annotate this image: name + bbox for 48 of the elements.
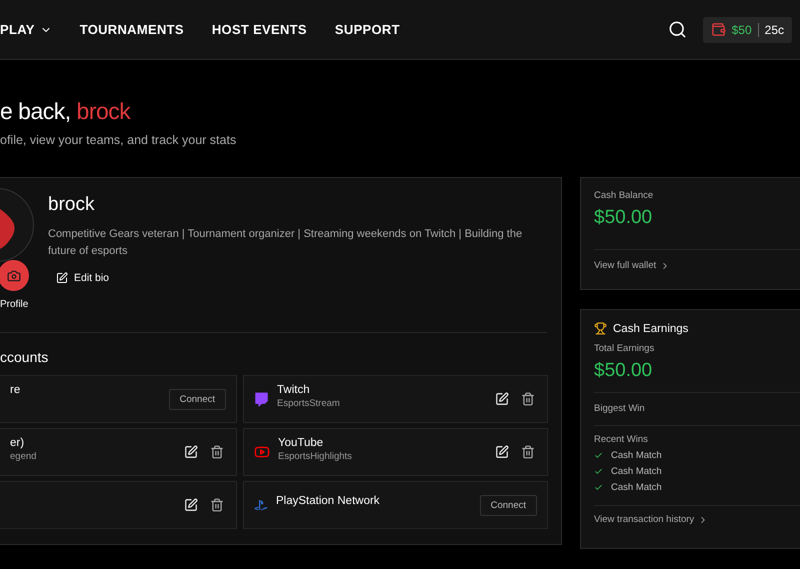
edit-icon [56,272,68,284]
edit-button[interactable] [182,496,200,514]
account-name: Twitch [277,384,310,396]
account-name: re [10,384,20,396]
profile-bio: Competitive Gears veteran | Tournament organizer | Streaming weekends on Twitch | Building the future of esports [48,227,524,259]
balance-label: Cash Balance [594,190,654,201]
account-name: PlayStation Network [276,495,380,507]
nav-link[interactable]: HOST EVENTS [212,22,307,37]
nav-link[interactable]: SUPPORT [334,22,400,37]
youtube-icon [254,444,270,460]
cash-amount: $50 [732,22,752,36]
win-entry: Cash Match [611,450,662,461]
coin-amount: 25c [764,22,784,36]
section-title: ccounts [0,349,50,365]
nav-link[interactable]: PLAY [0,22,52,37]
wallet-icon [710,22,726,37]
trophy-icon [594,322,607,335]
account-handle: egend [10,451,36,462]
biggest-win-label: Biggest Win [594,403,646,414]
camera-icon [6,268,20,282]
account-name: er) [10,437,24,449]
account-handle: EsportsStream [277,398,340,409]
wallet-button[interactable]: $50 25c [702,16,792,42]
account-handle: EsportsHighlights [278,451,352,462]
recent-wins-label: Recent Wins [594,434,649,445]
connect-button[interactable]: Connect [480,494,537,516]
connect-button[interactable]: Connect [168,388,226,410]
total-label: Total Earnings [594,343,656,354]
search-icon[interactable] [668,20,687,39]
win-entry: Cash Match [611,482,662,493]
earnings-amount: $50.00 [594,360,654,382]
playstation-icon [254,500,268,510]
edit-button[interactable] [493,390,511,408]
camera-button[interactable] [0,260,29,291]
welcome-heading: e back, brock [0,98,132,125]
edit-bio-button[interactable]: Edit bio [48,268,118,288]
win-entry: Cash Match [611,466,662,477]
edit-button[interactable] [182,443,200,461]
card-title: Cash Earnings [613,322,688,334]
wallet-link[interactable]: View full wallet [594,260,800,271]
avatar-caption: Profile [0,299,28,310]
nav-link[interactable]: TOURNAMENTS [80,22,184,37]
balance-amount: $50.00 [594,207,654,229]
profile-name: brock [48,194,96,216]
welcome-subtitle: ofile, view your teams, and track your stats [0,133,238,147]
transaction-history-link[interactable]: View transaction history [594,514,800,525]
account-name: YouTube [278,437,324,449]
edit-button[interactable] [493,443,511,461]
